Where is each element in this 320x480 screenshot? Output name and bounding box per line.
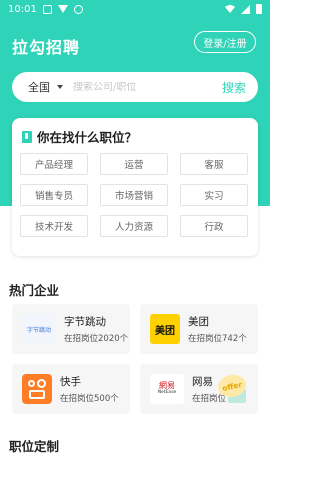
wifi-icon	[225, 5, 235, 13]
company-card-kuaishou[interactable]: 快手 在招岗位500个	[12, 364, 130, 414]
mail-icon	[42, 4, 52, 14]
company-card-bytedance[interactable]: 字节跳动 字节跳动 在招岗位2020个	[12, 304, 130, 354]
job-finder-card: 你在找什么职位？ 产品经理 运营 客服 销售专员 市场营销 实习 技术开发 人力…	[12, 118, 258, 256]
hot-companies-title: 热门企业	[9, 283, 60, 298]
netease-logo: 網易 NetEase	[150, 374, 184, 404]
company-name: 美团	[188, 316, 209, 328]
kuaishou-logo	[22, 374, 52, 404]
company-card-netease[interactable]: 網易 NetEase 网易 在招岗位 offer	[140, 364, 258, 414]
job-tag[interactable]: 销售专员	[20, 184, 88, 206]
bytedance-logo: 字节跳动	[22, 314, 56, 344]
download-icon	[57, 5, 68, 13]
company-job-count: 在招岗位742个	[188, 334, 247, 344]
job-tag[interactable]: 产品经理	[20, 153, 88, 175]
job-tag[interactable]: 行政	[180, 215, 248, 237]
battery-icon	[256, 4, 262, 14]
status-bar: 10:01	[0, 0, 270, 18]
company-card-meituan[interactable]: 美团 美团 在招岗位742个	[140, 304, 258, 354]
search-input[interactable]	[73, 81, 222, 93]
settings-icon	[73, 4, 83, 14]
meituan-logo: 美团	[150, 314, 180, 344]
status-time: 10:01	[8, 3, 37, 15]
city-label: 全国	[28, 81, 50, 94]
signal-icon	[241, 4, 250, 14]
job-finder-title: 你在找什么职位？	[22, 127, 137, 146]
job-tag[interactable]: 技术开发	[20, 215, 88, 237]
offer-badge-icon: offer	[216, 372, 248, 405]
bookmark-icon	[22, 130, 32, 143]
job-tag[interactable]: 运营	[100, 153, 168, 175]
job-tag-grid: 产品经理 运营 客服 销售专员 市场营销 实习 技术开发 人力资源 行政	[20, 153, 250, 237]
job-custom-title: 职位定制	[9, 439, 60, 454]
job-tag[interactable]: 市场营销	[100, 184, 168, 206]
company-job-count: 在招岗位500个	[60, 394, 119, 404]
job-finder-title-text: 你在找什么职位？	[37, 130, 138, 145]
login-register-button[interactable]: 登录/注册	[194, 31, 256, 53]
city-selector[interactable]: 全国	[28, 79, 63, 95]
company-job-count: 在招岗位2020个	[64, 334, 129, 344]
company-name: 字节跳动	[64, 316, 106, 328]
search-button[interactable]: 搜索	[222, 79, 246, 96]
job-tag[interactable]: 实习	[180, 184, 248, 206]
job-tag[interactable]: 人力资源	[100, 215, 168, 237]
search-bar: 全国 搜索	[12, 72, 258, 102]
job-tag[interactable]: 客服	[180, 153, 248, 175]
hot-companies-grid: 字节跳动 字节跳动 在招岗位2020个 美团 美团 在招岗位742个 快手 在招…	[12, 304, 258, 414]
app-title: 拉勾招聘	[12, 38, 81, 57]
chevron-down-icon	[57, 85, 63, 89]
netease-logo-sub: NetEase	[157, 389, 177, 395]
company-name: 快手	[60, 376, 81, 388]
